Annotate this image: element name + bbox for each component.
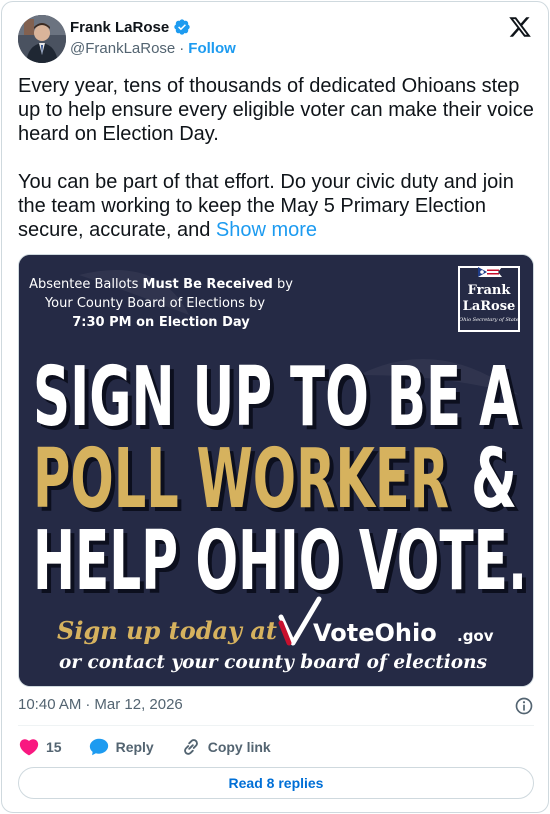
avatar-image	[18, 15, 66, 63]
author-handle-row: @FrankLaRose · Follow	[70, 40, 236, 57]
avatar[interactable]	[18, 15, 66, 63]
verified-badge-icon	[174, 19, 190, 35]
cta-line2: or contact your county board of election…	[59, 651, 487, 673]
headline-ampersand: &	[471, 432, 517, 527]
x-logo-icon[interactable]	[508, 15, 532, 39]
tweet-text: Every year, tens of thousands of dedicat…	[18, 74, 536, 242]
reply-button[interactable]: Reply	[88, 736, 154, 758]
notice-line3: 7:30 PM on Election Day	[72, 315, 250, 330]
author-handle[interactable]: @FrankLaRose	[70, 40, 175, 57]
heart-icon	[19, 739, 39, 756]
tweet-media-image[interactable]: Absentee Ballots Must Be Received by You…	[18, 254, 534, 687]
link-icon	[183, 739, 198, 755]
cta-tld: .gov	[457, 627, 494, 645]
tweet-time[interactable]: 10:40 AM	[18, 696, 81, 713]
copy-link-label: Copy link	[207, 739, 271, 755]
author-name-row: Frank LaRose	[70, 18, 191, 36]
tweet-body: Every year, tens of thousands of dedicat…	[18, 75, 534, 241]
show-more-link[interactable]: Show more	[216, 219, 317, 241]
poll-worker-graphic: Absentee Ballots Must Be Received by You…	[19, 255, 533, 686]
meta-separator: ·	[85, 696, 91, 713]
divider	[18, 725, 534, 726]
notice-line1-bold: Must Be Received	[143, 277, 273, 292]
handle-separator: ·	[179, 40, 185, 57]
like-count: 15	[46, 739, 62, 755]
notice-line1-prefix: Absentee Ballots	[29, 277, 142, 292]
reply-label: Reply	[115, 739, 154, 755]
action-bar: 15 Reply Copy link	[18, 737, 297, 757]
info-icon[interactable]	[514, 696, 534, 716]
notice-line1-suffix: by	[273, 277, 293, 292]
headline-line1: SIGN UP TO BE A	[33, 350, 519, 445]
cta-line1: Sign up today at	[57, 616, 277, 645]
read-replies-button[interactable]: Read 8 replies	[18, 767, 534, 799]
cta-brand: VoteOhio	[313, 619, 437, 647]
like-button[interactable]: 15	[18, 736, 62, 758]
follow-button[interactable]: Follow	[188, 40, 236, 57]
logo-line1: Frank	[468, 283, 512, 298]
tweet-date[interactable]: Mar 12, 2026	[94, 696, 182, 713]
logo-line3: Ohio Secretary of State	[459, 317, 519, 323]
author-display-name[interactable]: Frank LaRose	[70, 19, 169, 36]
copy-link-button[interactable]: Copy link	[180, 736, 271, 758]
svg-text:Absentee Ballots Must Be Recei: Absentee Ballots Must Be Received by	[29, 277, 293, 292]
headline-line3: HELP OHIO VOTE.	[33, 514, 527, 609]
tweet-card: Frank LaRose @FrankLaRose · Follow Every…	[1, 1, 549, 813]
notice-line2: Your County Board of Elections by	[44, 296, 265, 311]
logo-line2: LaRose	[463, 299, 516, 314]
reply-bubble-icon	[89, 738, 108, 756]
tweet-meta: 10:40 AM · Mar 12, 2026	[18, 696, 534, 716]
headline-line2-gold: POLL WORKER	[33, 432, 449, 527]
